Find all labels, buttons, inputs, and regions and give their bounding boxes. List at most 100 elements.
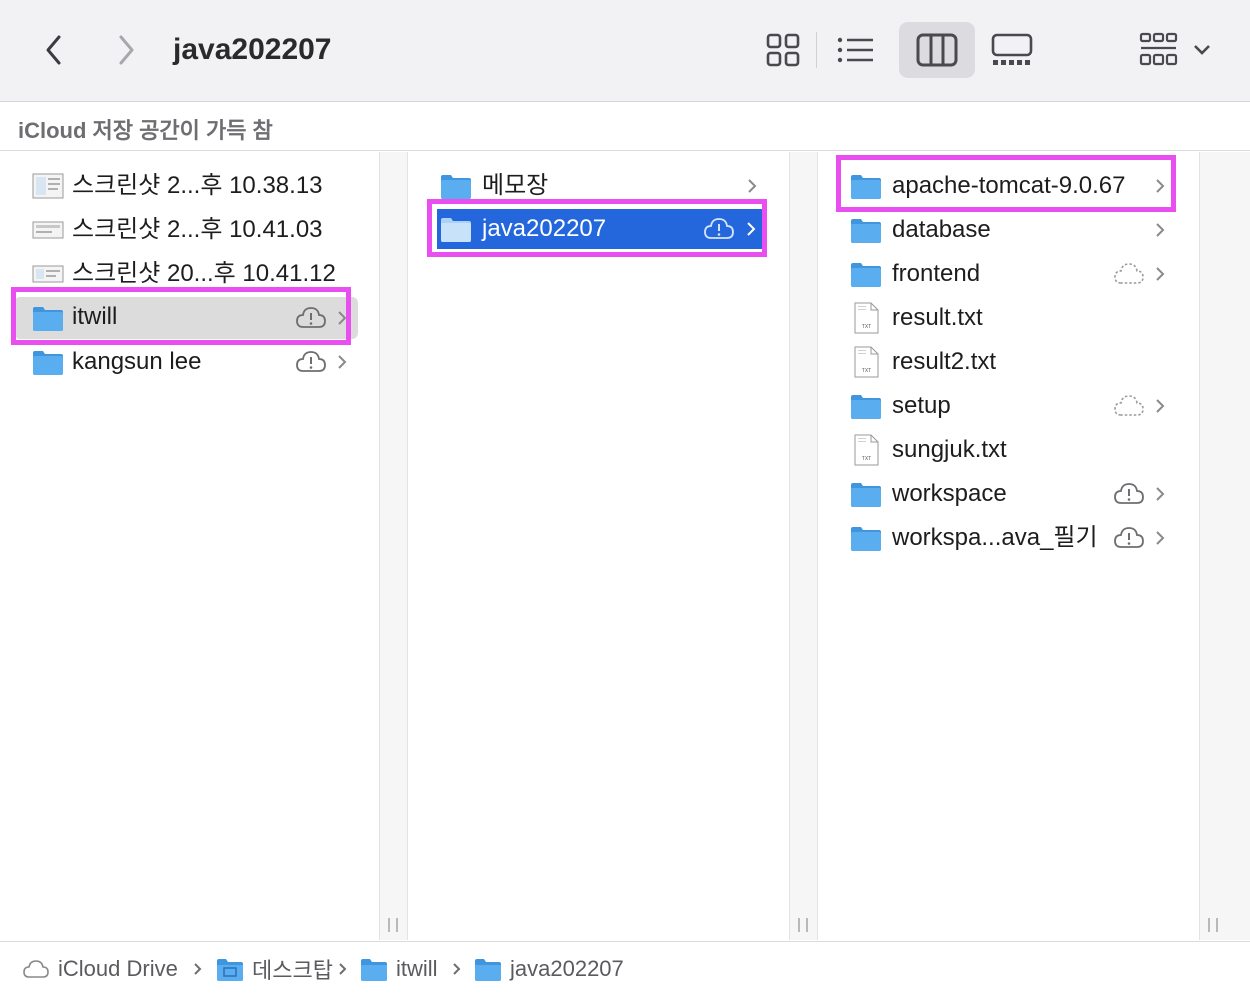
path-bar: iCloud Drive 데스크탑 itwill java202207 (0, 941, 1250, 994)
folder-icon (361, 959, 387, 981)
chevron-right-icon (338, 355, 347, 369)
breadcrumb-label: java202207 (510, 956, 624, 981)
breadcrumb-java202207[interactable]: java202207 (474, 954, 624, 984)
folder-icon (851, 527, 881, 551)
column-1-scroll-gutter (380, 152, 408, 940)
icon-view-button[interactable] (745, 22, 821, 78)
list-item-label: apache-tomcat-9.0.67 (892, 172, 1126, 199)
list-item-label: result2.txt (892, 348, 997, 375)
chevron-right-icon (1156, 223, 1165, 237)
cloud-alert-icon[interactable] (1113, 524, 1145, 552)
list-item-label: workspace (892, 480, 1007, 507)
chevron-right-icon (119, 35, 134, 65)
folder-item[interactable]: database (840, 210, 1178, 250)
folder-icon (851, 175, 881, 199)
screenshot-file-icon (32, 173, 64, 199)
list-item[interactable]: 스크린샷 2...후 10.38.13 (22, 166, 358, 206)
screenshot-file-icon (32, 221, 64, 239)
back-button[interactable] (34, 28, 74, 72)
chevron-down-icon (1194, 45, 1210, 55)
file-item[interactable]: TXT sungjuk.txt (840, 430, 1178, 470)
list-item-label: 스크린샷 20...후 10.41.12 (72, 260, 336, 287)
column-resize-handle[interactable] (388, 918, 398, 932)
list-view-button[interactable] (818, 22, 894, 78)
text-file-icon: TXT (854, 302, 879, 334)
group-icon (1139, 32, 1178, 66)
chevron-right-icon (748, 179, 757, 193)
folder-icon (441, 175, 471, 199)
columns-icon (916, 33, 958, 67)
folder-item[interactable]: workspa...ava_필기 (840, 518, 1178, 558)
cloud-alert-icon[interactable] (1113, 480, 1145, 508)
cloud-alert-icon[interactable] (295, 304, 327, 332)
breadcrumb-desktop[interactable]: 데스크탑 (216, 954, 333, 984)
text-file-icon: TXT (854, 346, 879, 378)
sidebar-item-itwill[interactable]: itwill (14, 297, 358, 339)
column-3-scroll-gutter (1200, 152, 1250, 940)
sidebar-item-kangsun-lee[interactable]: kangsun lee (22, 342, 358, 382)
forward-button[interactable] (106, 28, 146, 72)
cloud-dashed-icon[interactable] (1113, 392, 1145, 420)
gallery-view-button[interactable] (974, 22, 1050, 78)
column-3: apache-tomcat-9.0.67 database frontend TXT r… (818, 152, 1200, 940)
folder-icon (851, 263, 881, 287)
chevron-right-icon (1156, 487, 1165, 501)
banner-text: iCloud 저장 공간이 가득 참 (18, 118, 273, 143)
group-button[interactable] (1130, 22, 1220, 78)
toolbar: java202207 (0, 0, 1250, 102)
folder-item[interactable]: setup (840, 386, 1178, 426)
column-resize-handle[interactable] (798, 918, 808, 932)
list-item[interactable]: 스크린샷 20...후 10.41.12 (22, 254, 358, 294)
column-view-button[interactable] (899, 22, 975, 78)
cloud-alert-icon[interactable] (295, 348, 327, 376)
txt-badge: TXT (862, 324, 871, 330)
folder-icon (475, 959, 501, 981)
screenshot-file-icon (32, 265, 64, 283)
icloud-storage-banner: iCloud 저장 공간이 가득 참 (0, 103, 1250, 151)
list-item-label: frontend (892, 260, 981, 287)
list-item-label: database (892, 216, 991, 243)
toolbar-divider (816, 32, 817, 68)
chevron-right-icon (1156, 531, 1165, 545)
breadcrumb-label: 데스크탑 (252, 958, 333, 983)
list-item-memo[interactable]: 메모장 (430, 166, 768, 206)
cloud-dashed-icon[interactable] (1113, 260, 1145, 288)
folder-icon (851, 483, 881, 507)
chevron-left-icon (46, 35, 61, 65)
folder-item[interactable]: workspace (840, 474, 1178, 514)
grid-icon (766, 33, 800, 67)
column-2-scroll-gutter (790, 152, 818, 940)
breadcrumb-icloud-drive[interactable]: iCloud Drive (22, 954, 178, 984)
chevron-right-icon (1156, 179, 1165, 193)
folder-item[interactable]: apache-tomcat-9.0.67 (840, 166, 1178, 206)
folder-icon (851, 219, 881, 243)
list-item-label: 메모장 (482, 172, 549, 199)
column-resize-handle[interactable] (1208, 918, 1218, 932)
txt-badge: TXT (862, 456, 871, 462)
list-item-java202207[interactable]: java202207 (437, 209, 767, 249)
folder-icon (851, 395, 881, 419)
column-1: 스크린샷 2...후 10.38.13 스크린샷 2...후 10.41.03 … (0, 152, 398, 940)
folder-item[interactable]: frontend (840, 254, 1178, 294)
list-item[interactable]: 스크린샷 2...후 10.41.03 (22, 210, 358, 250)
list-item-label: setup (892, 392, 951, 419)
folder-icon (33, 307, 63, 331)
chevron-right-icon (747, 222, 756, 236)
list-item-label: result.txt (892, 304, 983, 331)
list-item-label: itwill (72, 303, 118, 330)
file-item[interactable]: TXT result2.txt (840, 342, 1178, 382)
chevron-right-icon (1156, 267, 1165, 281)
folder-icon (441, 218, 471, 242)
gallery-icon (991, 33, 1033, 65)
list-item-label: java202207 (482, 215, 607, 242)
file-item[interactable]: TXT result.txt (840, 298, 1178, 338)
window-title: java202207 (173, 33, 332, 66)
list-icon (837, 37, 873, 63)
cloud-icon (23, 960, 49, 978)
list-item-label: 스크린샷 2...후 10.41.03 (72, 216, 323, 243)
list-item-label: workspa...ava_필기 (892, 524, 1098, 551)
breadcrumb-label: itwill (396, 956, 438, 981)
cloud-alert-icon[interactable] (703, 215, 735, 243)
chevron-right-icon (338, 311, 347, 325)
breadcrumb-itwill[interactable]: itwill (360, 954, 438, 984)
